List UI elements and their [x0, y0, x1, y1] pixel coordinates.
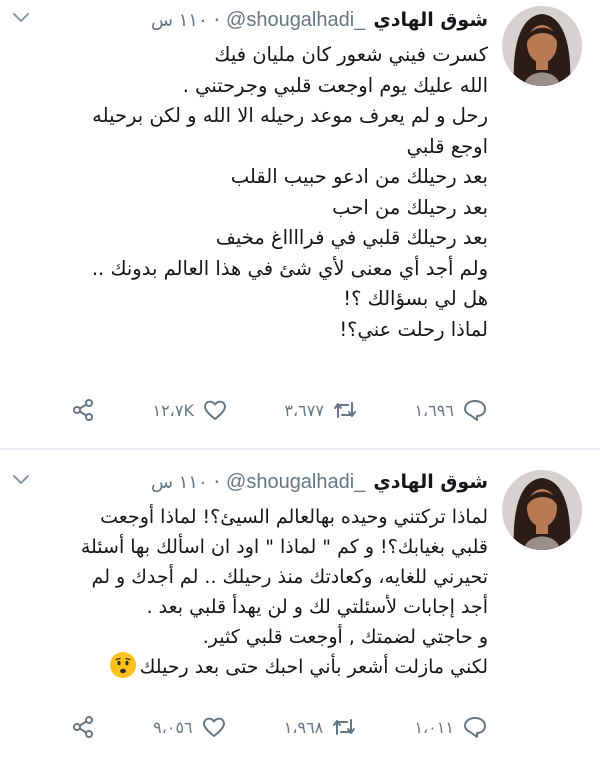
retweet-action[interactable]: ١،٩٦٨	[284, 714, 358, 740]
tweet-line: بعد رحيلك قلبي في فرااااغ مخيف	[215, 226, 488, 249]
chevron-down-icon[interactable]	[10, 468, 32, 490]
avatar[interactable]	[502, 6, 582, 86]
tweet-line: لماذا رحلت عني؟!	[339, 317, 488, 341]
separator-dot: ·	[213, 8, 221, 32]
reply-count: ١،٠١١	[414, 717, 454, 737]
share-action[interactable]	[70, 714, 96, 740]
tweet-line: قلبي بغيابك؟! و كم " لماذا " اود ان اسأل…	[80, 536, 488, 558]
tweet-line: كسرت فيني شعور كان مليان فيك	[214, 43, 488, 66]
tweet-header: شوق الهادي @shougalhadi_ · ١١٠ س	[151, 6, 488, 34]
separator-dot: ·	[213, 470, 221, 494]
retweet-count: ١،٩٦٨	[283, 717, 324, 737]
tweet-line: لماذا تركتني وحيده بهالعالم السيئ؟! لماذ…	[100, 506, 488, 528]
display-name[interactable]: شوق الهادي	[373, 9, 488, 31]
retweet-icon[interactable]	[332, 397, 358, 423]
avatar[interactable]	[502, 470, 582, 550]
retweet-action[interactable]: ٣،٦٧٧	[284, 397, 358, 423]
tweet-actions: ١٢،٧K ٣،٦٧٧ ١،٦٩٦	[70, 395, 488, 425]
user-handle[interactable]: @shougalhadi_	[226, 471, 365, 494]
share-action[interactable]	[70, 397, 96, 423]
tweet-actions: ٩،٠٥٦ ١،٩٦٨ ١،٠١١	[70, 712, 488, 742]
display-name[interactable]: شوق الهادي	[373, 471, 488, 493]
tweet-line: الله عليك يوم اوجعت قلبي وجرحتني .	[182, 73, 488, 97]
tweet-line: و حاجتي لضمتك , أوجعت قلبي كثير.	[202, 626, 488, 648]
reply-icon[interactable]	[462, 714, 488, 740]
tweet[interactable]: شوق الهادي @shougalhadi_ · ١١٠ س كسرت في…	[0, 0, 600, 448]
tweet-line: ولم أجد أي معنى لأي شئ في هذا العالم بدو…	[91, 256, 488, 280]
tweet-line: بعد رحيلك من ادعو حبيب القلب	[230, 165, 488, 188]
like-count: ٩،٠٥٦	[153, 717, 193, 737]
tweet-header: شوق الهادي @shougalhadi_ · ١١٠ س	[151, 468, 488, 496]
reply-action[interactable]: ١،٦٩٦	[414, 397, 488, 423]
tweet-line: رحل و لم يعرف موعد رحيله الا الله و لكن …	[92, 104, 488, 127]
user-handle[interactable]: @shougalhadi_	[226, 9, 365, 32]
share-icon[interactable]	[70, 397, 96, 423]
heart-icon[interactable]	[202, 397, 228, 423]
retweet-icon[interactable]	[331, 714, 357, 740]
like-action[interactable]: ١٢،٧K	[152, 397, 227, 423]
timestamp[interactable]: ١١٠ س	[151, 10, 208, 31]
tweet-line: هل لي بسؤالك ؟!	[343, 287, 488, 310]
tweet-text: كسرت فيني شعور كان مليان فيك الله عليك ي…	[10, 40, 488, 345]
share-icon[interactable]	[70, 714, 96, 740]
tweet-line: لكني مازلت أشعر بأني احبك حتى بعد رحيلك	[139, 656, 488, 678]
reply-count: ١،٦٩٦	[414, 400, 454, 420]
chevron-down-icon[interactable]	[10, 6, 32, 28]
like-count: ١٢،٧K	[152, 400, 194, 420]
tweet-line: تحيرني للغايه، وكعادتك منذ رحيلك .. لم أ…	[91, 566, 488, 588]
tweet-line: اوجع قلبي	[406, 134, 488, 158]
heart-icon[interactable]	[201, 714, 227, 740]
retweet-count: ٣،٦٧٧	[284, 400, 324, 420]
tweet-line: بعد رحيلك من احب	[332, 195, 488, 219]
timestamp[interactable]: ١١٠ س	[151, 472, 208, 493]
reply-action[interactable]: ١،٠١١	[414, 714, 488, 740]
tweet-line: أجد إجابات لأسئلتي لك و لن يهدأ قلبي بعد…	[146, 596, 488, 618]
reply-icon[interactable]	[462, 397, 488, 423]
tweet[interactable]: شوق الهادي @shougalhadi_ · ١١٠ س لماذا ت…	[0, 450, 600, 757]
worried-face-emoji	[109, 652, 136, 678]
tweet-text: لماذا تركتني وحيده بهالعالم السيئ؟! لماذ…	[10, 502, 488, 682]
tweet-line-with-emoji: لكني مازلت أشعر بأني احبك حتى بعد رحيلك	[10, 652, 488, 682]
like-action[interactable]: ٩،٠٥٦	[153, 714, 227, 740]
